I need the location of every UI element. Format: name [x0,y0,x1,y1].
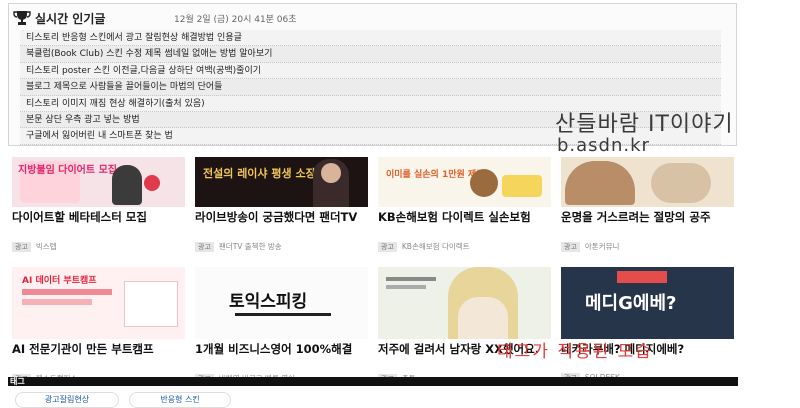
popular-title: 실시간 인기글 [35,12,106,26]
ad-card[interactable]: 저주에 걸려서 남자랑 XX했어요. 광고쥬튼 [378,267,551,384]
ad-title[interactable]: 라이브방송이 궁금했다면 팬더TV [195,210,368,238]
ad-thumbnail-text: 전설의 레이샤 평생 소장? [203,167,323,180]
ad-thumbnail[interactable] [378,267,551,339]
ad-title[interactable]: 1개월 비즈니스영어 100%해결 [195,342,368,370]
ad-card[interactable]: 지방불임 다이어트 모집 다이어트할 베타테스터 모집 광고 빅스텝 [12,157,185,252]
ad-card[interactable]: 이미를 실손의 1만원 제공! KB손해보험 다이렉트 실손보험 광고 KB손해보… [378,157,551,252]
trophy-icon [13,11,31,25]
popular-header: 실시간 인기글 12월 2일 (금) 20시 41분 06초 [9,8,736,30]
ad-title[interactable]: 운명을 거스르려는 절망의 공주 [561,210,734,238]
ad-thumbnail[interactable]: AI 데이터 부트캠프 [12,267,185,339]
ad-title[interactable]: AI 전문기관이 만든 부트캠프 [12,342,185,370]
ad-badge: 광고 [561,242,580,252]
ad-card[interactable]: 토익스피킹 1개월 비즈니스영어 100%해결 광고바빠영 바로고 빠른 영어 [195,267,368,384]
tag-label: 태그 [10,377,25,386]
ad-card[interactable]: AI 데이터 부트캠프 AI 전문기관이 만든 부트캠프 광고패스트캠퍼스 [12,267,185,384]
ad-card[interactable]: 메디G에베? 네카라쿠배? 메디지에베? 광고SOLDESK [561,267,734,383]
ad-thumbnail[interactable]: 메디G에베? [561,267,734,339]
popular-item[interactable]: 블로그 제목으로 사람들을 끌어들이는 마법의 단어들 [20,79,721,96]
popular-timestamp: 12월 2일 (금) 20시 41분 06초 [174,15,297,25]
ad-badge: 광고 [195,242,214,252]
ad-title[interactable]: 다이어트할 베타테스터 모집 [12,210,185,238]
ad-badge: 광고 [12,242,31,252]
ad-thumbnail[interactable] [561,157,734,207]
popular-item[interactable]: 북클럽(Book Club) 스킨 수정 제목 썸네일 없애는 방법 알아보기 [20,46,721,63]
annotation-text: 태그가 적용된 모습 [497,342,653,362]
ad-source: 아톤커뮤니 [584,242,620,251]
watermark-title: 산들바람 IT이야기 [555,112,734,137]
tag-bar [8,377,738,386]
ad-thumbnail-text: AI 데이터 부트캠프 [22,276,97,286]
ad-thumbnail[interactable]: 이미를 실손의 1만원 제공! [378,157,551,207]
watermark-url: b.asdn.kr [557,135,650,156]
ad-source: 빅스텝 [35,242,57,251]
tag-link[interactable]: 반응형 스킨 [129,392,231,408]
ad-card[interactable]: 운명을 거스르려는 절망의 공주 광고 아톤커뮤니 [561,157,734,252]
ad-thumbnail[interactable]: 전설의 레이샤 평생 소장? [195,157,368,207]
popular-item[interactable]: 티스토리 반응형 스킨에서 광고 잘림현상 해결방법 인용글 [20,30,721,47]
popular-item[interactable]: 티스토리 poster 스킨 이전글,다음글 상하단 여백(공백)줄이기 [20,62,721,80]
ad-thumbnail-text: 토익스피킹 [229,292,308,312]
ad-title[interactable]: KB손해보험 다이렉트 실손보험 [378,210,551,238]
ad-badge: 광고 [378,242,397,252]
ad-thumbnail-text: 메디G에베? [585,293,677,314]
ad-thumbnail[interactable]: 토익스피킹 [195,267,368,339]
ad-source: KB손해보험 다이렉트 [401,242,470,251]
ad-thumbnail-text: 지방불임 다이어트 모집 [18,165,117,176]
ad-source: 팬더TV 출첵한 방송 [218,242,282,251]
ad-card[interactable]: 전설의 레이샤 평생 소장? 라이브방송이 궁금했다면 팬더TV 광고 팬더TV … [195,157,368,252]
ad-thumbnail[interactable]: 지방불임 다이어트 모집 [12,157,185,207]
tag-link[interactable]: 광고잘림현상 [15,392,119,408]
